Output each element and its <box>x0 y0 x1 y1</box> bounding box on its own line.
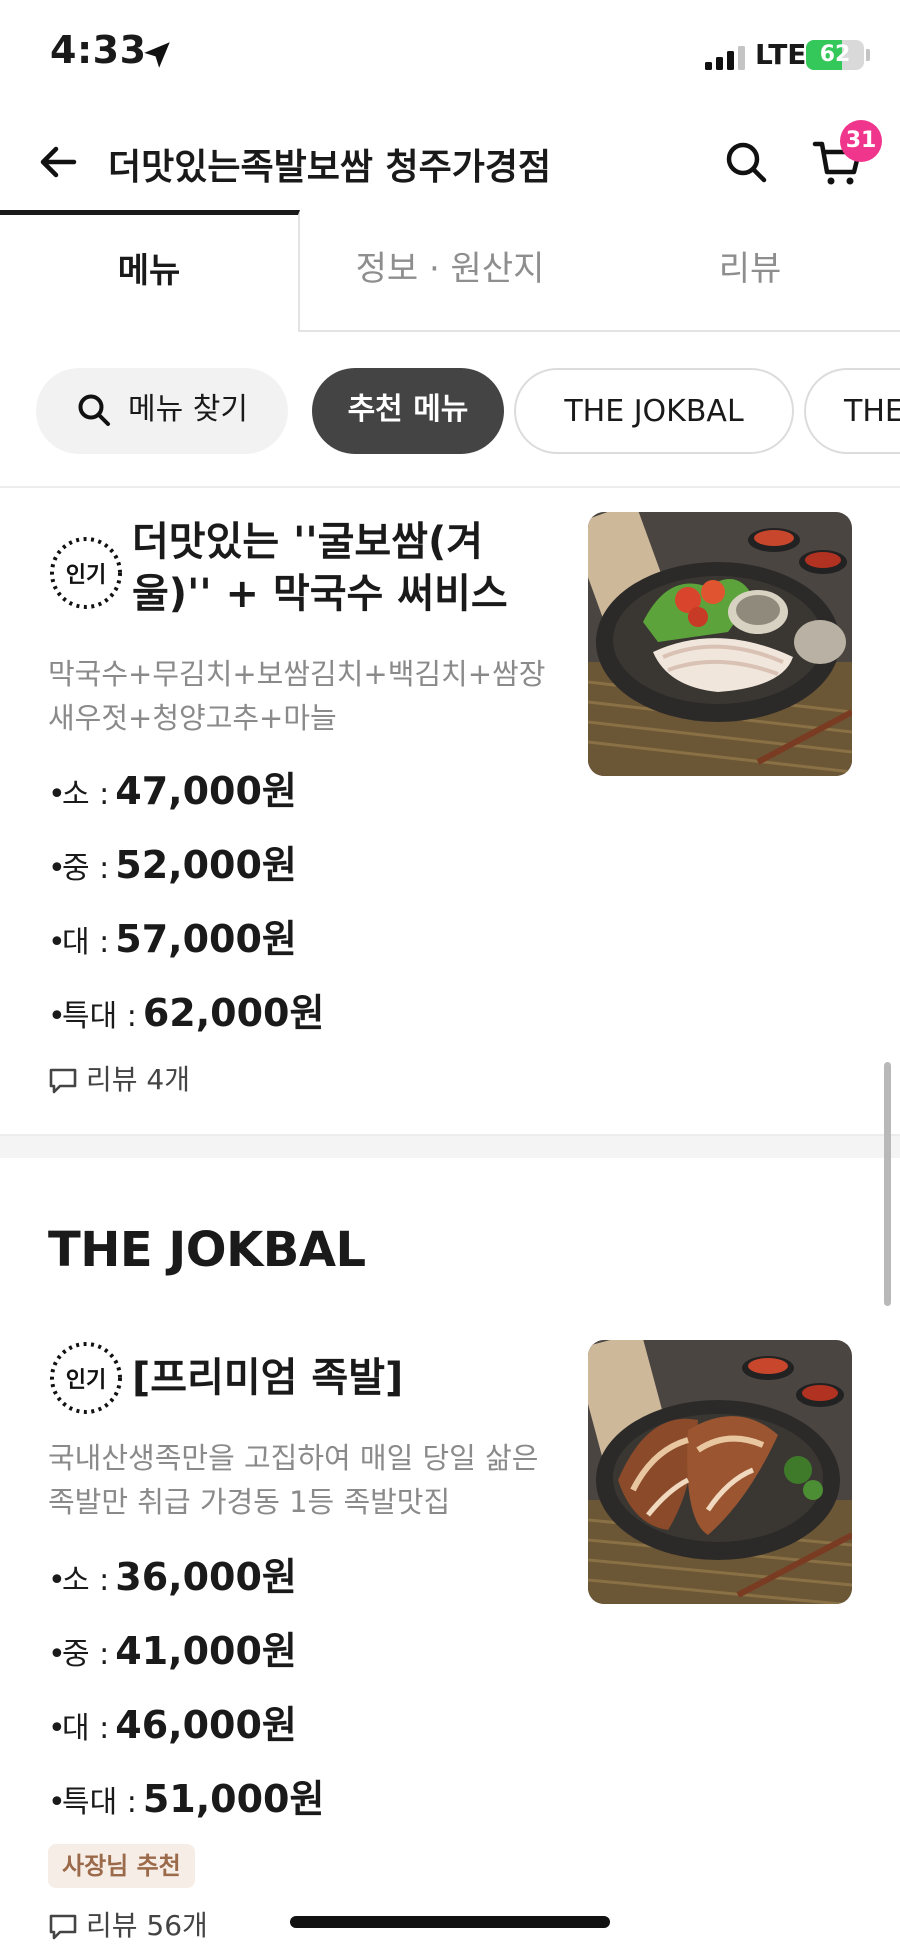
tab-info-origin[interactable]: 정보 · 원산지 <box>300 210 600 332</box>
price-amount: 46,000원 <box>115 1703 297 1747</box>
home-indicator[interactable] <box>290 1916 610 1928</box>
section-divider <box>0 1134 900 1158</box>
speech-bubble-icon <box>49 1068 77 1094</box>
section-title: THE JOKBAL <box>48 1222 366 1278</box>
price-row: •소 :36,000원 <box>48 1555 297 1599</box>
price-row: •대 :46,000원 <box>48 1703 297 1747</box>
price-row: •중 :52,000원 <box>48 843 297 887</box>
tab-reviews[interactable]: 리뷰 <box>600 210 900 332</box>
price-row: •특대 :62,000원 <box>48 991 325 1035</box>
review-count-link[interactable]: 리뷰 56개 <box>48 1904 208 1944</box>
owner-recommended-badge: 사장님 추천 <box>48 1844 195 1888</box>
menu-item-description: 막국수+무김치+보쌈김치+백김치+쌈장새우젓+청양고추+마늘 <box>48 657 546 735</box>
chip-next-category[interactable]: THE <box>804 368 900 454</box>
menu-search-label: 메뉴 찾기 <box>128 392 248 427</box>
speech-bubble-icon <box>49 1914 77 1940</box>
popular-badge-icon: 인기 <box>50 1342 122 1414</box>
chip-recommended-menu[interactable]: 추천 메뉴 <box>312 368 504 454</box>
status-time: 4:33 <box>50 28 147 72</box>
back-arrow-icon[interactable] <box>36 140 80 184</box>
price-amount: 36,000원 <box>115 1555 297 1599</box>
status-bar: 4:33 LTE 62 <box>0 0 900 110</box>
battery-level-text: 62 <box>819 42 851 67</box>
store-header: 더맛있는족발보쌈 청주가경점 <box>0 110 900 210</box>
menu-search-chip[interactable]: 메뉴 찾기 <box>36 368 288 454</box>
menu-category-chips: 메뉴 찾기 추천 메뉴 THE JOKBAL THE <box>0 332 900 488</box>
battery-icon: 62 <box>806 40 864 70</box>
tab-menu[interactable]: 메뉴 <box>0 210 300 332</box>
menu-item-description: 국내산생족만을 고집하여 매일 당일 삶은 족발만 취급 가경동 1등 족발맛집 <box>48 1441 539 1519</box>
review-count-link[interactable]: 리뷰 4개 <box>48 1058 190 1098</box>
cart-count-badge: 31 <box>840 120 882 162</box>
menu-item-name: 더맛있는 ''굴보쌈(겨울)'' + 막국수 써비스 <box>132 519 508 617</box>
food-photo-bossam <box>588 512 852 776</box>
price-amount: 57,000원 <box>115 917 297 961</box>
battery-cap <box>866 49 870 61</box>
store-tabs: 메뉴 정보 · 원산지 리뷰 <box>0 210 900 332</box>
price-amount: 51,000원 <box>142 1777 325 1821</box>
price-row: •중 :41,000원 <box>48 1629 297 1673</box>
network-label: LTE <box>755 38 807 71</box>
price-amount: 47,000원 <box>115 769 297 813</box>
signal-icon <box>705 46 745 70</box>
price-row: •대 :57,000원 <box>48 917 297 961</box>
scrollbar[interactable] <box>884 1062 891 1306</box>
search-icon[interactable] <box>722 138 770 186</box>
page-title: 더맛있는족발보쌈 청주가경점 <box>108 147 552 188</box>
search-icon <box>78 394 110 426</box>
price-row: •특대 :51,000원 <box>48 1777 325 1821</box>
popular-badge-text: 인기 <box>66 1368 106 1393</box>
popular-badge-icon: 인기 <box>50 537 122 609</box>
location-arrow-icon <box>144 42 170 68</box>
price-row: •소 :47,000원 <box>48 769 297 813</box>
menu-item-name: [프리미엄 족발] <box>132 1355 404 1401</box>
review-count-text: 리뷰 56개 <box>86 1909 208 1942</box>
chip-the-jokbal[interactable]: THE JOKBAL <box>514 368 794 454</box>
review-count-text: 리뷰 4개 <box>86 1063 190 1096</box>
price-amount: 41,000원 <box>115 1629 297 1673</box>
price-amount: 62,000원 <box>142 991 325 1035</box>
price-amount: 52,000원 <box>115 843 297 887</box>
food-photo-jokbal <box>588 1340 852 1604</box>
popular-badge-text: 인기 <box>66 563 106 588</box>
